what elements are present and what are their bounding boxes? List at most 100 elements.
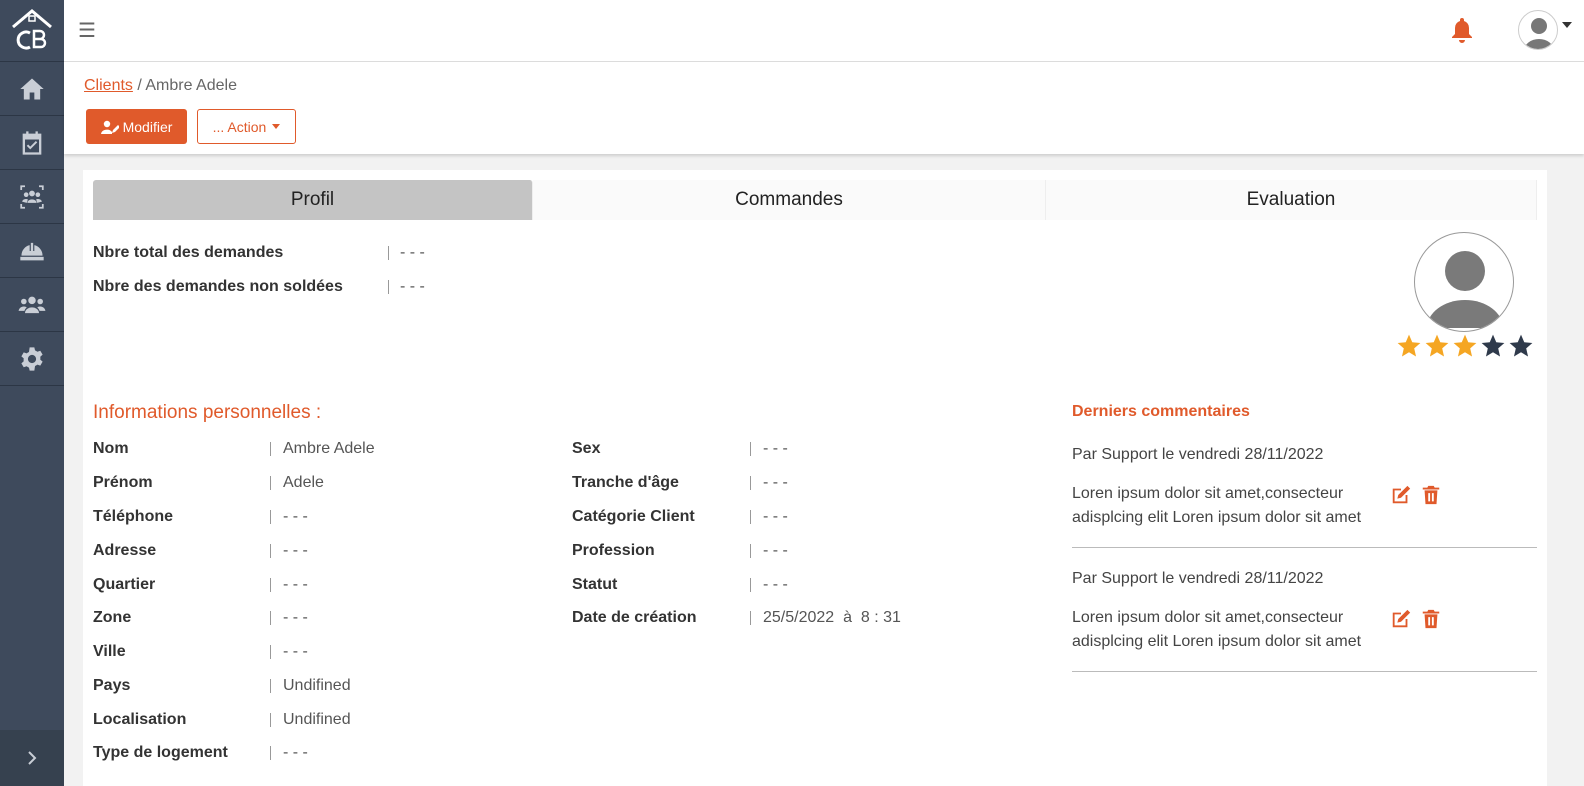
- info-label: Statut: [572, 576, 618, 593]
- divider: [270, 544, 271, 558]
- topbar: ☰: [64, 0, 1584, 62]
- info-label: Type de logement: [93, 744, 228, 761]
- info-row: Prénom Adele: [93, 473, 324, 493]
- chevron-right-icon: [28, 751, 37, 765]
- breadcrumb-separator: /: [132, 77, 146, 94]
- divider: [750, 442, 751, 456]
- trash-icon[interactable]: [1420, 484, 1442, 506]
- tab-bar: Profil Commandes Evaluation: [93, 180, 1537, 220]
- sidebar-item-home[interactable]: [0, 62, 64, 116]
- info-label: Téléphone: [93, 508, 174, 525]
- info-label: Zone: [93, 609, 132, 626]
- comment-text: Loren ipsum dolor sit amet,consecteur ad…: [1072, 609, 1362, 650]
- divider: [388, 246, 389, 260]
- star-icon: [1397, 334, 1421, 357]
- stat-row: Nbre total des demandes - - -: [93, 243, 425, 263]
- stat-label: Nbre total des demandes: [93, 244, 284, 261]
- tab-commandes[interactable]: Commandes: [533, 180, 1046, 220]
- edit-icon[interactable]: [1390, 608, 1412, 630]
- sidebar-item-users[interactable]: [0, 278, 64, 332]
- info-value: - - -: [283, 508, 308, 525]
- rating-stars: [1396, 333, 1534, 359]
- tab-profil[interactable]: Profil: [93, 180, 533, 220]
- stat-value: - - -: [400, 244, 425, 261]
- divider: [270, 510, 271, 524]
- info-value: - - -: [283, 643, 308, 660]
- user-avatar-icon: [1524, 18, 1554, 49]
- info-label: Localisation: [93, 711, 187, 728]
- info-value: Undifined: [283, 711, 351, 728]
- divider: [750, 611, 751, 625]
- home-icon: [20, 78, 44, 99]
- client-profile-card: Profil Commandes Evaluation Nbre total d…: [83, 170, 1547, 786]
- divider: [270, 713, 271, 727]
- sidebar-item-settings[interactable]: [0, 332, 64, 386]
- notification-button[interactable]: [1450, 16, 1474, 44]
- info-row: Téléphone - - -: [93, 507, 308, 527]
- info-row: Zone - - -: [93, 608, 308, 628]
- breadcrumb-current: Ambre Adele: [145, 77, 237, 94]
- info-row: Localisation Undifined: [93, 710, 351, 730]
- info-row: Statut - - -: [572, 575, 788, 595]
- star-icon: [1453, 334, 1477, 357]
- info-row: Ville - - -: [93, 642, 308, 662]
- action-label: ... Action: [212, 118, 267, 135]
- info-value: - - -: [763, 542, 788, 559]
- info-value: - - -: [283, 744, 308, 761]
- trash-icon[interactable]: [1420, 608, 1442, 630]
- info-value: Ambre Adele: [283, 440, 375, 457]
- sidebar: [0, 0, 64, 786]
- divider: [750, 476, 751, 490]
- breadcrumb-link-clients[interactable]: Clients: [84, 77, 133, 94]
- info-row: Date de création 25/5/2022 à 8 : 31: [572, 608, 901, 628]
- sidebar-item-team[interactable]: [0, 170, 64, 224]
- info-row: Catégorie Client - - -: [572, 507, 788, 527]
- caret-down-icon: [272, 124, 281, 129]
- info-row: Nom Ambre Adele: [93, 439, 375, 459]
- app-logo[interactable]: [0, 0, 64, 62]
- comment-author: Par Support le vendredi 28/11/2022: [1072, 570, 1324, 587]
- tab-evaluation[interactable]: Evaluation: [1046, 180, 1537, 220]
- info-label: Catégorie Client: [572, 508, 695, 525]
- info-label: Ville: [93, 643, 126, 660]
- info-row: Pays Undifined: [93, 676, 351, 696]
- edit-icon[interactable]: [1390, 484, 1412, 506]
- star-icon: [1481, 334, 1505, 357]
- comments-title: Derniers commentaires: [1072, 403, 1250, 420]
- divider: [270, 645, 271, 659]
- users-icon: [18, 296, 46, 313]
- sidebar-item-calendar[interactable]: [0, 116, 64, 170]
- comment-author: Par Support le vendredi 28/11/2022: [1072, 446, 1324, 463]
- info-value: - - -: [763, 576, 788, 593]
- divider: [270, 476, 271, 490]
- info-value: - - -: [763, 474, 788, 491]
- info-label: Profession: [572, 542, 655, 559]
- info-value: Adele: [283, 474, 324, 491]
- star-icon: [1425, 334, 1449, 357]
- comment-item: Par Support le vendredi 28/11/2022 Loren…: [1072, 446, 1537, 548]
- info-value: Undifined: [283, 677, 351, 694]
- divider: [270, 442, 271, 456]
- stat-value: - - -: [400, 278, 425, 295]
- modifier-label: Modifier: [122, 118, 173, 135]
- sidebar-item-workers[interactable]: [0, 224, 64, 278]
- comment-actions: [1390, 484, 1442, 506]
- team-icon: [20, 184, 44, 209]
- action-dropdown-button[interactable]: ... Action: [197, 109, 296, 144]
- hamburger-icon[interactable]: ☰: [78, 18, 96, 43]
- comment-actions: [1390, 608, 1442, 630]
- user-avatar-button[interactable]: [1518, 10, 1558, 50]
- info-label: Adresse: [93, 542, 157, 559]
- chevron-down-icon[interactable]: [1562, 22, 1572, 28]
- divider: [270, 611, 271, 625]
- info-row: Sex - - -: [572, 439, 788, 459]
- divider: [750, 544, 751, 558]
- info-value: - - -: [283, 576, 308, 593]
- info-value: - - -: [763, 440, 788, 457]
- info-label: Quartier: [93, 576, 156, 593]
- info-label: Nom: [93, 440, 129, 457]
- info-label: Pays: [93, 677, 131, 694]
- modifier-button[interactable]: Modifier: [86, 109, 187, 144]
- divider: [270, 746, 271, 760]
- sidebar-expand-button[interactable]: [0, 730, 64, 786]
